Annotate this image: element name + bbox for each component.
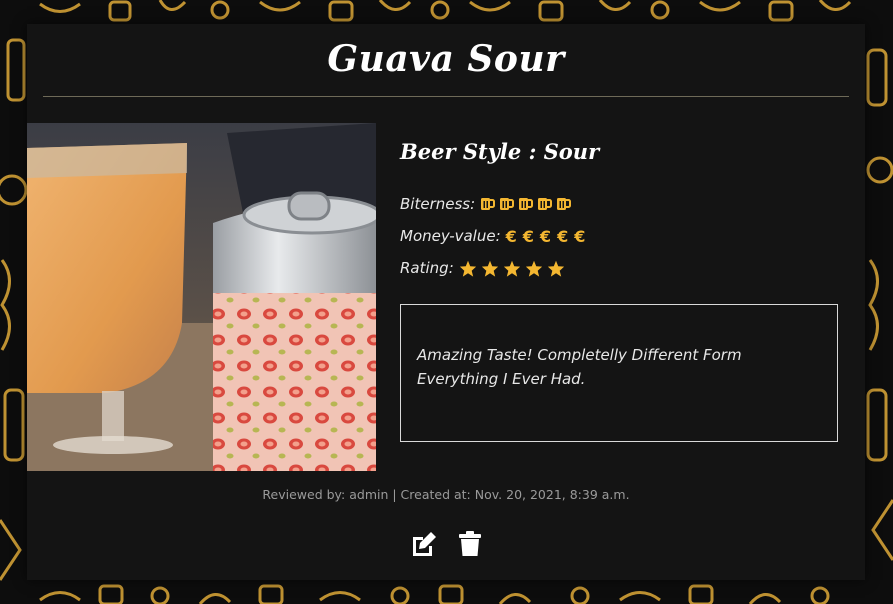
euro-icon: € <box>522 226 534 246</box>
star-icon <box>503 260 520 277</box>
review-text: Amazing Taste! Completelly Different For… <box>417 346 742 388</box>
money-value-label: Money-value: <box>400 227 501 245</box>
euro-icon: € <box>505 226 517 246</box>
beer-review-card: Guava Sour Beer Style: Sour Biterness: … <box>27 24 865 580</box>
star-icon <box>459 260 476 277</box>
rating-label: Rating: <box>400 259 454 277</box>
review-meta: Reviewed by: admin | Created at: Nov. 20… <box>262 487 630 502</box>
star-icon <box>525 260 542 277</box>
euro-icon: € <box>557 226 569 246</box>
review-actions <box>410 531 482 557</box>
star-icon <box>481 260 498 277</box>
rating-row: Rating: <box>400 256 565 280</box>
bitterness-label: Biterness: <box>400 195 476 213</box>
euro-icon: € <box>574 226 586 246</box>
beer-mug-icon <box>481 198 496 210</box>
beer-mug-icon <box>557 198 572 210</box>
beer-mug-icon <box>500 198 515 210</box>
edit-icon[interactable] <box>410 531 438 557</box>
money-value-icons: € € € € € <box>506 227 588 246</box>
review-text-box: Amazing Taste! Completelly Different For… <box>400 304 838 442</box>
beer-style-heading: Beer Style : Sour <box>400 139 600 164</box>
beer-photo <box>27 123 376 471</box>
star-icon <box>547 260 564 277</box>
page-title: Guava Sour <box>327 38 565 80</box>
rating-icons <box>459 260 565 277</box>
euro-icon: € <box>539 226 552 246</box>
bitterness-row: Biterness: <box>400 192 572 216</box>
beer-mug-icon <box>538 198 553 210</box>
trash-icon[interactable] <box>458 531 482 557</box>
title-divider <box>43 96 849 97</box>
bitterness-icons <box>480 197 572 211</box>
beer-mug-icon <box>519 198 534 210</box>
money-value-row: Money-value: € € € € € <box>400 224 587 248</box>
